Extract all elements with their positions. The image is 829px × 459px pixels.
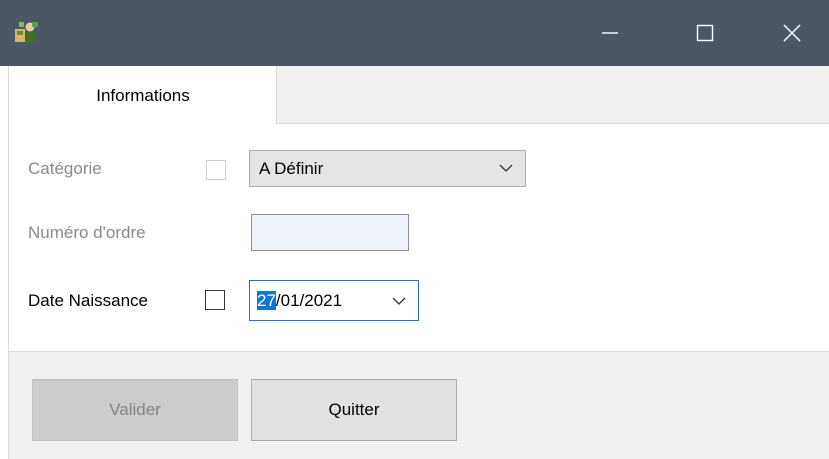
chevron-down-icon (392, 297, 406, 305)
date-value[interactable]: 27/01/2021 (257, 291, 342, 311)
minimize-button[interactable] (580, 0, 640, 66)
quitter-button[interactable]: Quitter (251, 379, 457, 441)
chevron-down-icon (499, 164, 513, 172)
valider-button[interactable]: Valider (32, 379, 238, 441)
date-month-year: /01/2021 (275, 291, 343, 310)
maximize-icon (696, 24, 714, 42)
numero-ordre-input[interactable] (251, 214, 409, 251)
tab-label: Informations (96, 86, 190, 105)
categorie-label: Catégorie (28, 159, 102, 178)
categorie-dropdown-value: A Définir (259, 159, 324, 178)
numero-ordre-label: Numéro d'ordre (28, 223, 146, 242)
button-bar: Valider Quitter (9, 351, 829, 459)
tab-strip: Informations (9, 66, 829, 124)
date-naissance-picker[interactable]: 27/01/2021 (249, 280, 419, 321)
categorie-checkbox[interactable] (206, 160, 226, 180)
dialog-body: Informations Catégorie A Définir Numéro … (8, 66, 829, 459)
close-button[interactable] (762, 0, 822, 66)
close-icon (783, 24, 801, 42)
app-icon[interactable] (14, 20, 40, 46)
maximize-button[interactable] (675, 0, 735, 66)
date-naissance-label: Date Naissance (28, 291, 149, 310)
categorie-dropdown[interactable]: A Définir (249, 150, 526, 187)
minimize-icon (602, 32, 618, 34)
tab-informations[interactable]: Informations (9, 66, 277, 124)
title-bar (0, 0, 829, 66)
date-naissance-checkbox[interactable] (205, 290, 225, 310)
date-day-selected: 27 (257, 291, 276, 310)
